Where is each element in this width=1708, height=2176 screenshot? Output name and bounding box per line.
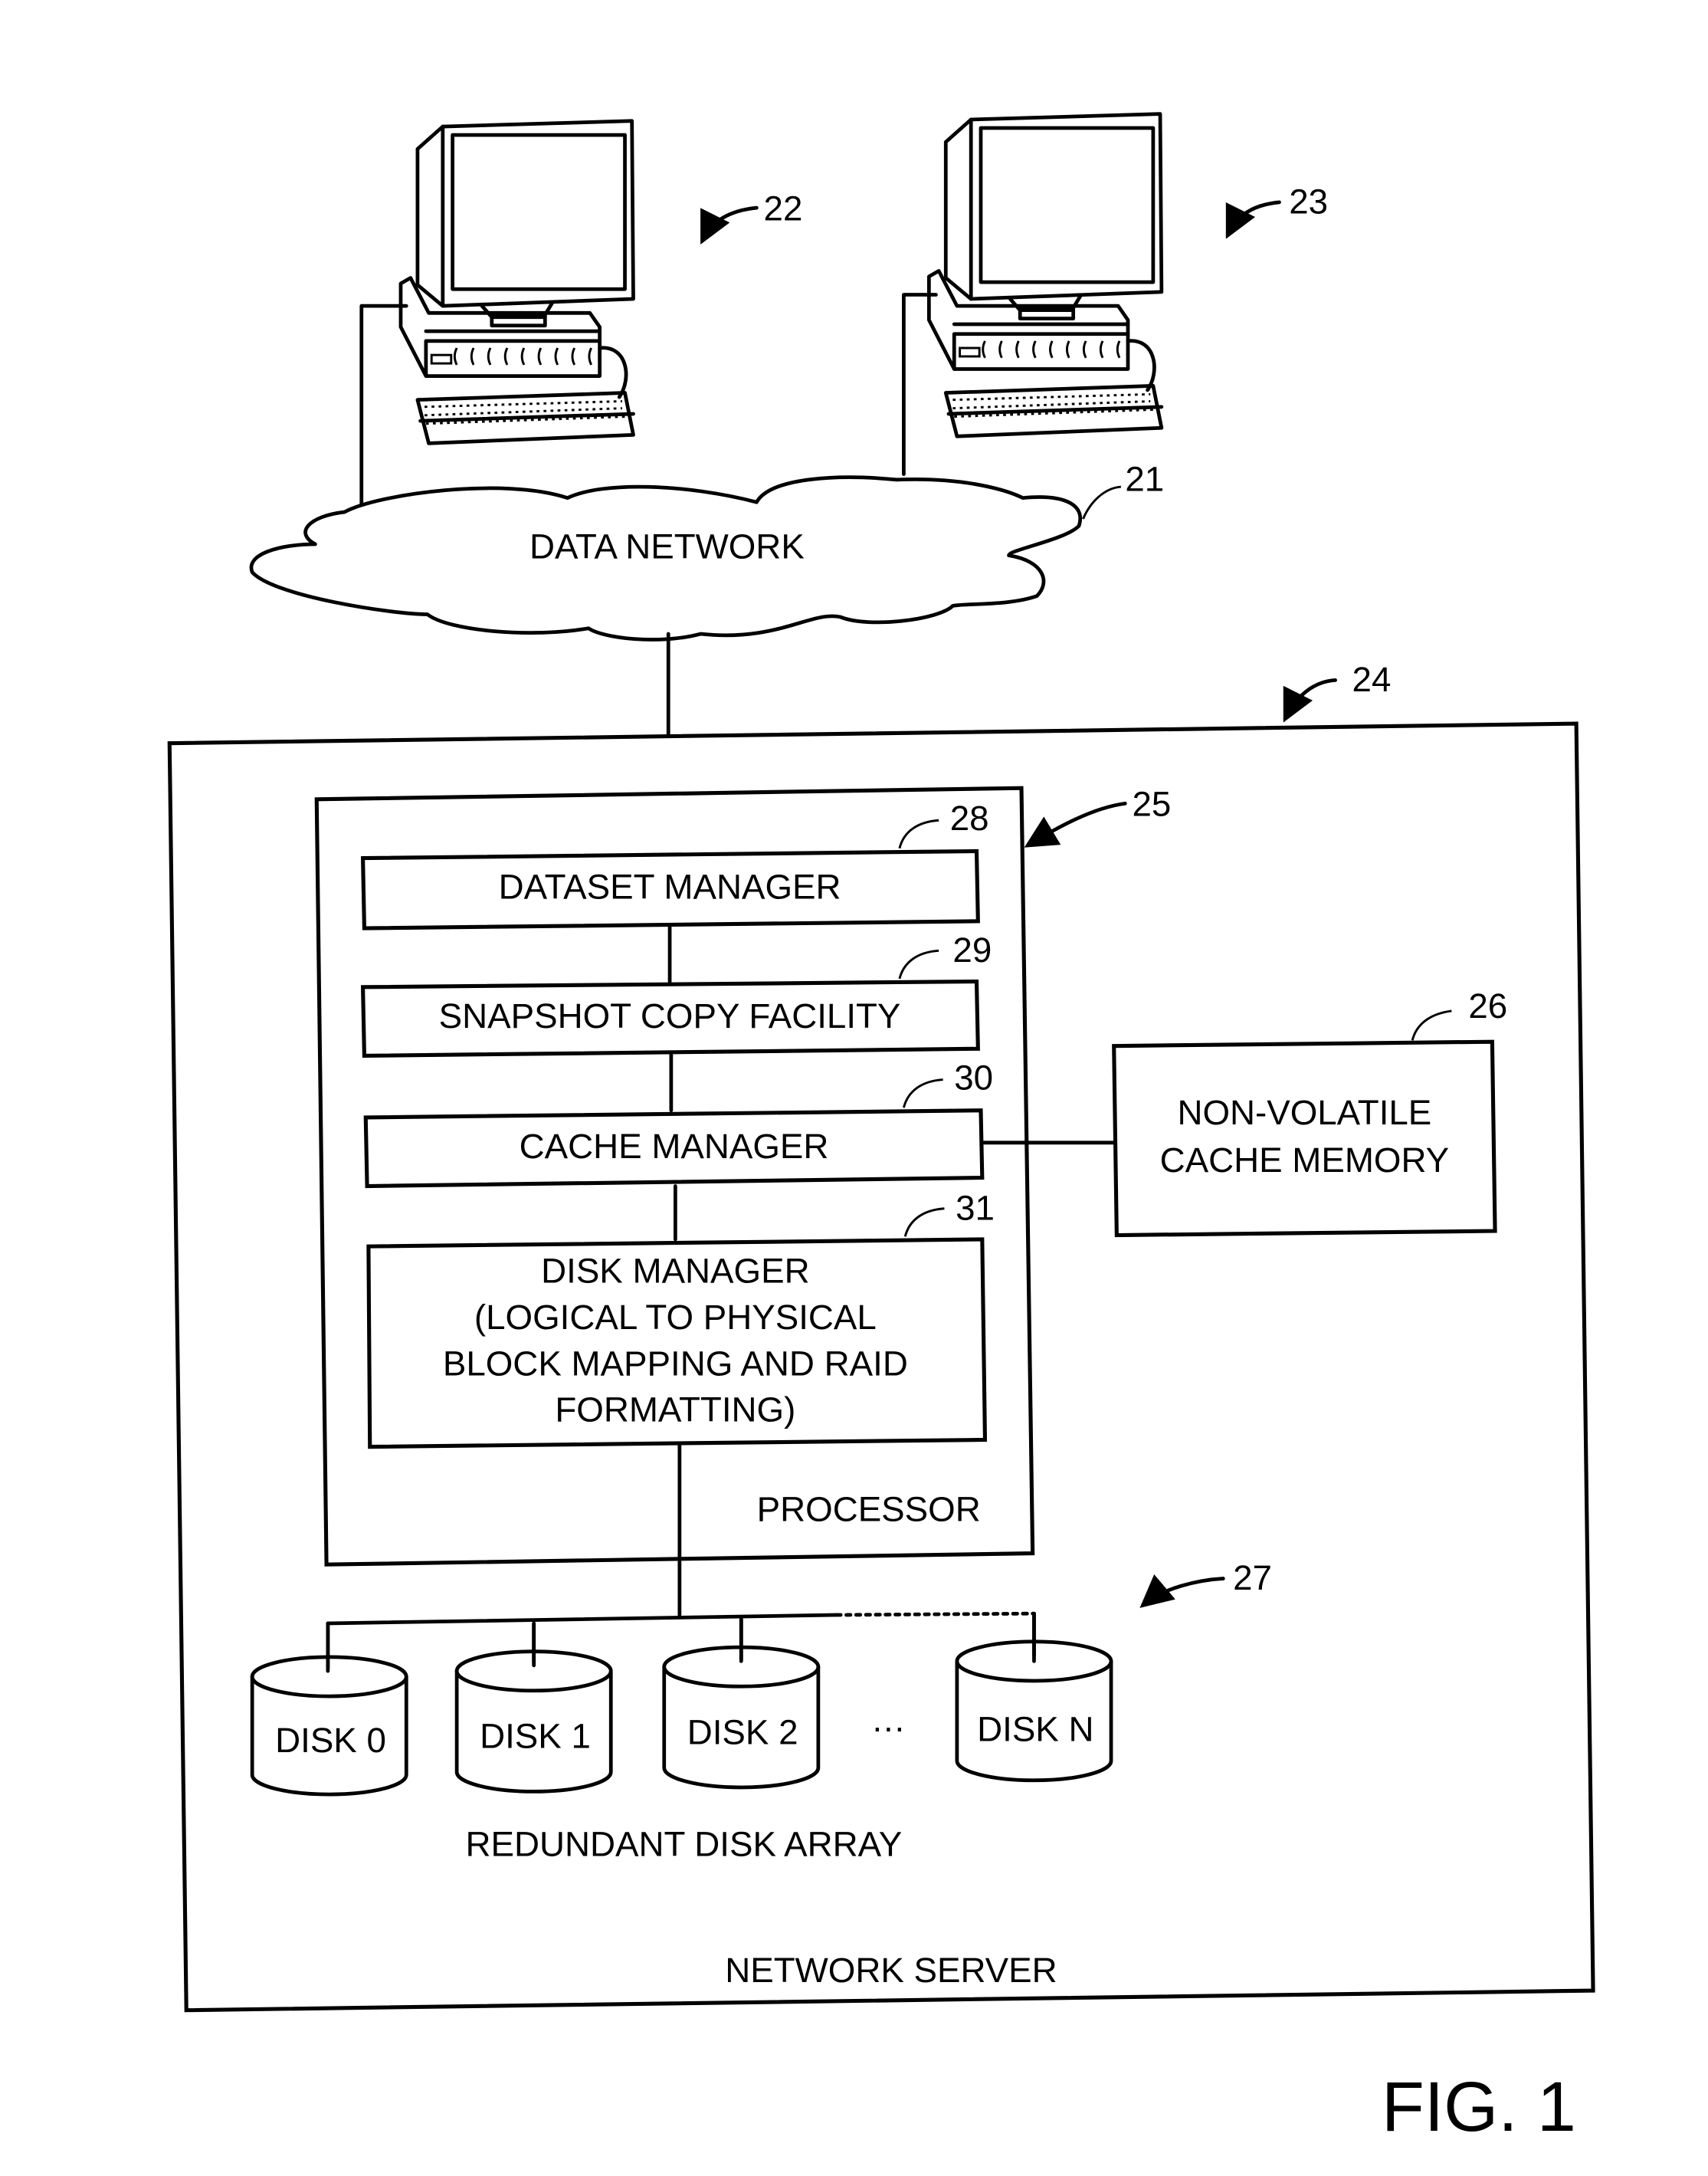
ref-label-25: 25 [1132, 785, 1171, 824]
ref-leader [1082, 485, 1122, 520]
cache-memory-label-line-1: NON-VOLATILE [1177, 1093, 1431, 1132]
module-label-line-4: FORMATTING) [555, 1390, 795, 1429]
ref-arrow [1225, 200, 1281, 239]
module-label-line-3: BLOCK MAPPING AND RAID [443, 1344, 908, 1383]
ref-label-29: 29 [952, 930, 992, 970]
ref-label-22: 22 [764, 189, 803, 228]
disk-label: DISK 2 [687, 1712, 798, 1751]
data-network-cloud: DATA NETWORK 21 [249, 460, 1164, 642]
processor-label: PROCESSOR [757, 1490, 981, 1529]
module-label-line-1: DISK MANAGER [541, 1252, 809, 1291]
disk-bus-dotted-line [834, 1611, 1036, 1617]
connection-line [359, 304, 408, 507]
cache-memory-label-line-2: CACHE MEMORY [1160, 1141, 1450, 1180]
figure-label: FIG. 1 [1382, 2068, 1576, 2146]
ref-label-24: 24 [1352, 660, 1392, 699]
ref-arrow [700, 205, 759, 245]
ref-label-30: 30 [954, 1058, 993, 1097]
patent-figure: 22 23 DATA NETWORK 21 NETWORK SERVER 24 … [167, 0, 1595, 2146]
module-label: SNAPSHOT COPY FACILITY [439, 996, 901, 1035]
module-label: CACHE MANAGER [520, 1127, 829, 1166]
disk-label: DISK N [977, 1710, 1093, 1749]
ref-label-27: 27 [1233, 1558, 1272, 1597]
disk-ellipsis: … [870, 1700, 906, 1739]
ref-label-23: 23 [1289, 182, 1328, 221]
disk-array-label: REDUNDANT DISK ARRAY [465, 1825, 902, 1864]
network-server-label: NETWORK SERVER [725, 1951, 1057, 1990]
disk-label: DISK 0 [275, 1721, 386, 1760]
data-network-label: DATA NETWORK [529, 527, 805, 566]
ref-arrow [1283, 678, 1337, 723]
disk-label: DISK 1 [480, 1717, 591, 1756]
ref-label-31: 31 [956, 1188, 995, 1227]
computer-icon [401, 121, 634, 444]
ref-label-28: 28 [950, 799, 989, 838]
ref-label-26: 26 [1468, 986, 1507, 1026]
computer-icon [929, 114, 1162, 437]
module-label-line-2: (LOGICAL TO PHYSICAL [474, 1298, 877, 1337]
ref-label-21: 21 [1125, 460, 1164, 499]
client-computer-22: 22 [359, 121, 803, 507]
module-label: DATASET MANAGER [499, 868, 841, 907]
client-computer-23: 23 [902, 114, 1328, 476]
